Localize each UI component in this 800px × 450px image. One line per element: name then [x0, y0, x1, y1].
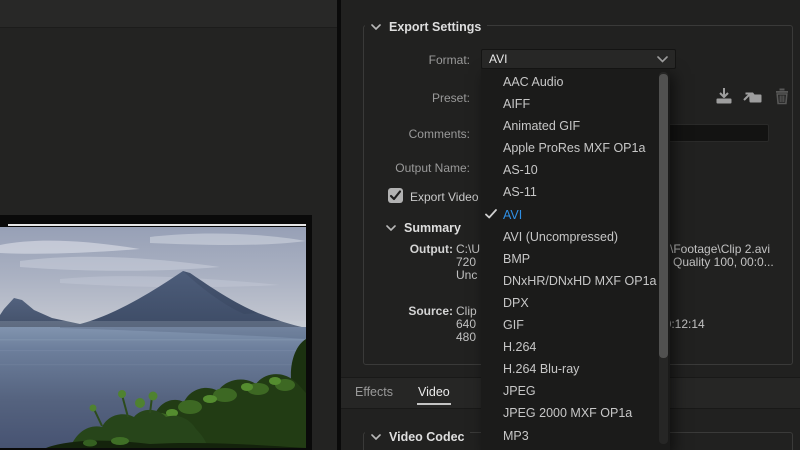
- format-option[interactable]: DNxHR/DNxHD MXF OP1a: [481, 270, 670, 292]
- premiere-export-window: Export Settings Format: Preset: Comments…: [0, 0, 800, 450]
- output-res-fragment: 720: [456, 255, 476, 269]
- import-preset-button[interactable]: [742, 85, 764, 107]
- format-label: Format:: [381, 53, 470, 67]
- format-option[interactable]: Animated GIF: [481, 115, 670, 137]
- output-name-label: Output Name:: [381, 161, 470, 175]
- source-res2-fragment: 480: [456, 330, 476, 344]
- format-option[interactable]: AS-10: [481, 159, 670, 181]
- format-option[interactable]: JPEG 2000 MXF OP1a: [481, 402, 670, 424]
- format-option[interactable]: H.264 Blu-ray: [481, 358, 670, 380]
- video-preview[interactable]: [0, 227, 306, 448]
- chevron-down-icon: [657, 56, 668, 63]
- format-option[interactable]: GIF: [481, 314, 670, 336]
- format-option[interactable]: JPEG: [481, 380, 670, 402]
- chevron-down-icon: [371, 434, 381, 440]
- format-option[interactable]: AS-11: [481, 181, 670, 203]
- preset-label: Preset:: [381, 91, 470, 105]
- trash-icon: [771, 85, 793, 107]
- format-dropdown-list: AAC Audio AIFF Animated GIF Apple ProRes…: [481, 68, 670, 450]
- save-preset-button[interactable]: [713, 85, 735, 107]
- export-settings-header[interactable]: Export Settings: [365, 20, 487, 34]
- output-label: Output:: [381, 242, 453, 256]
- landscape-image: [0, 227, 306, 448]
- output-codec-fragment: Unc: [456, 268, 477, 282]
- dropdown-scrollbar-thumb[interactable]: [659, 74, 668, 358]
- format-option[interactable]: AVI (Uncompressed): [481, 226, 670, 248]
- export-video-label: Export Video: [410, 190, 479, 204]
- export-settings-panel: Export Settings Format: Preset: Comments…: [341, 0, 800, 450]
- save-preset-icon: [713, 85, 735, 107]
- source-res-fragment: 640: [456, 317, 476, 331]
- preview-topbar: [0, 0, 337, 28]
- export-video-checkbox[interactable]: [388, 188, 403, 203]
- tab-effects[interactable]: Effects: [355, 385, 393, 399]
- export-settings-title: Export Settings: [389, 20, 481, 34]
- output-quality: Quality 100, 00:0...: [673, 255, 774, 269]
- format-option[interactable]: MP3: [481, 425, 670, 447]
- summary-title: Summary: [404, 221, 461, 235]
- format-option[interactable]: H.264: [481, 336, 670, 358]
- format-option[interactable]: AAC Audio: [481, 71, 670, 93]
- output-path-fragment: C:\U: [456, 242, 480, 256]
- checkmark-icon: [485, 209, 497, 219]
- format-option[interactable]: DPX: [481, 292, 670, 314]
- chevron-down-icon: [386, 225, 396, 231]
- import-preset-icon: [742, 85, 764, 107]
- tab-video[interactable]: Video: [418, 385, 450, 399]
- check-icon: [388, 188, 403, 203]
- video-frame-border: [8, 224, 306, 226]
- output-path-end: \Footage\Clip 2.avi: [670, 242, 770, 256]
- format-selected-value: AVI: [489, 52, 507, 66]
- comments-label: Comments:: [381, 127, 470, 141]
- format-option-selected[interactable]: AVI: [481, 204, 670, 226]
- source-label: Source:: [381, 304, 453, 318]
- preview-panel: [0, 0, 337, 450]
- video-codec-title: Video Codec: [389, 430, 464, 444]
- source-clip-fragment: Clip: [456, 304, 477, 318]
- delete-preset-button[interactable]: [771, 85, 793, 107]
- dropdown-scrollbar[interactable]: [659, 72, 668, 444]
- format-select[interactable]: AVI: [481, 49, 676, 69]
- format-option[interactable]: BMP: [481, 248, 670, 270]
- format-option-label: AVI: [503, 208, 522, 222]
- video-codec-header[interactable]: Video Codec: [365, 430, 470, 444]
- format-option[interactable]: AIFF: [481, 93, 670, 115]
- chevron-down-icon: [371, 24, 381, 30]
- format-option[interactable]: Apple ProRes MXF OP1a: [481, 137, 670, 159]
- active-tab-underline: [417, 403, 451, 405]
- summary-header[interactable]: Summary: [386, 221, 461, 235]
